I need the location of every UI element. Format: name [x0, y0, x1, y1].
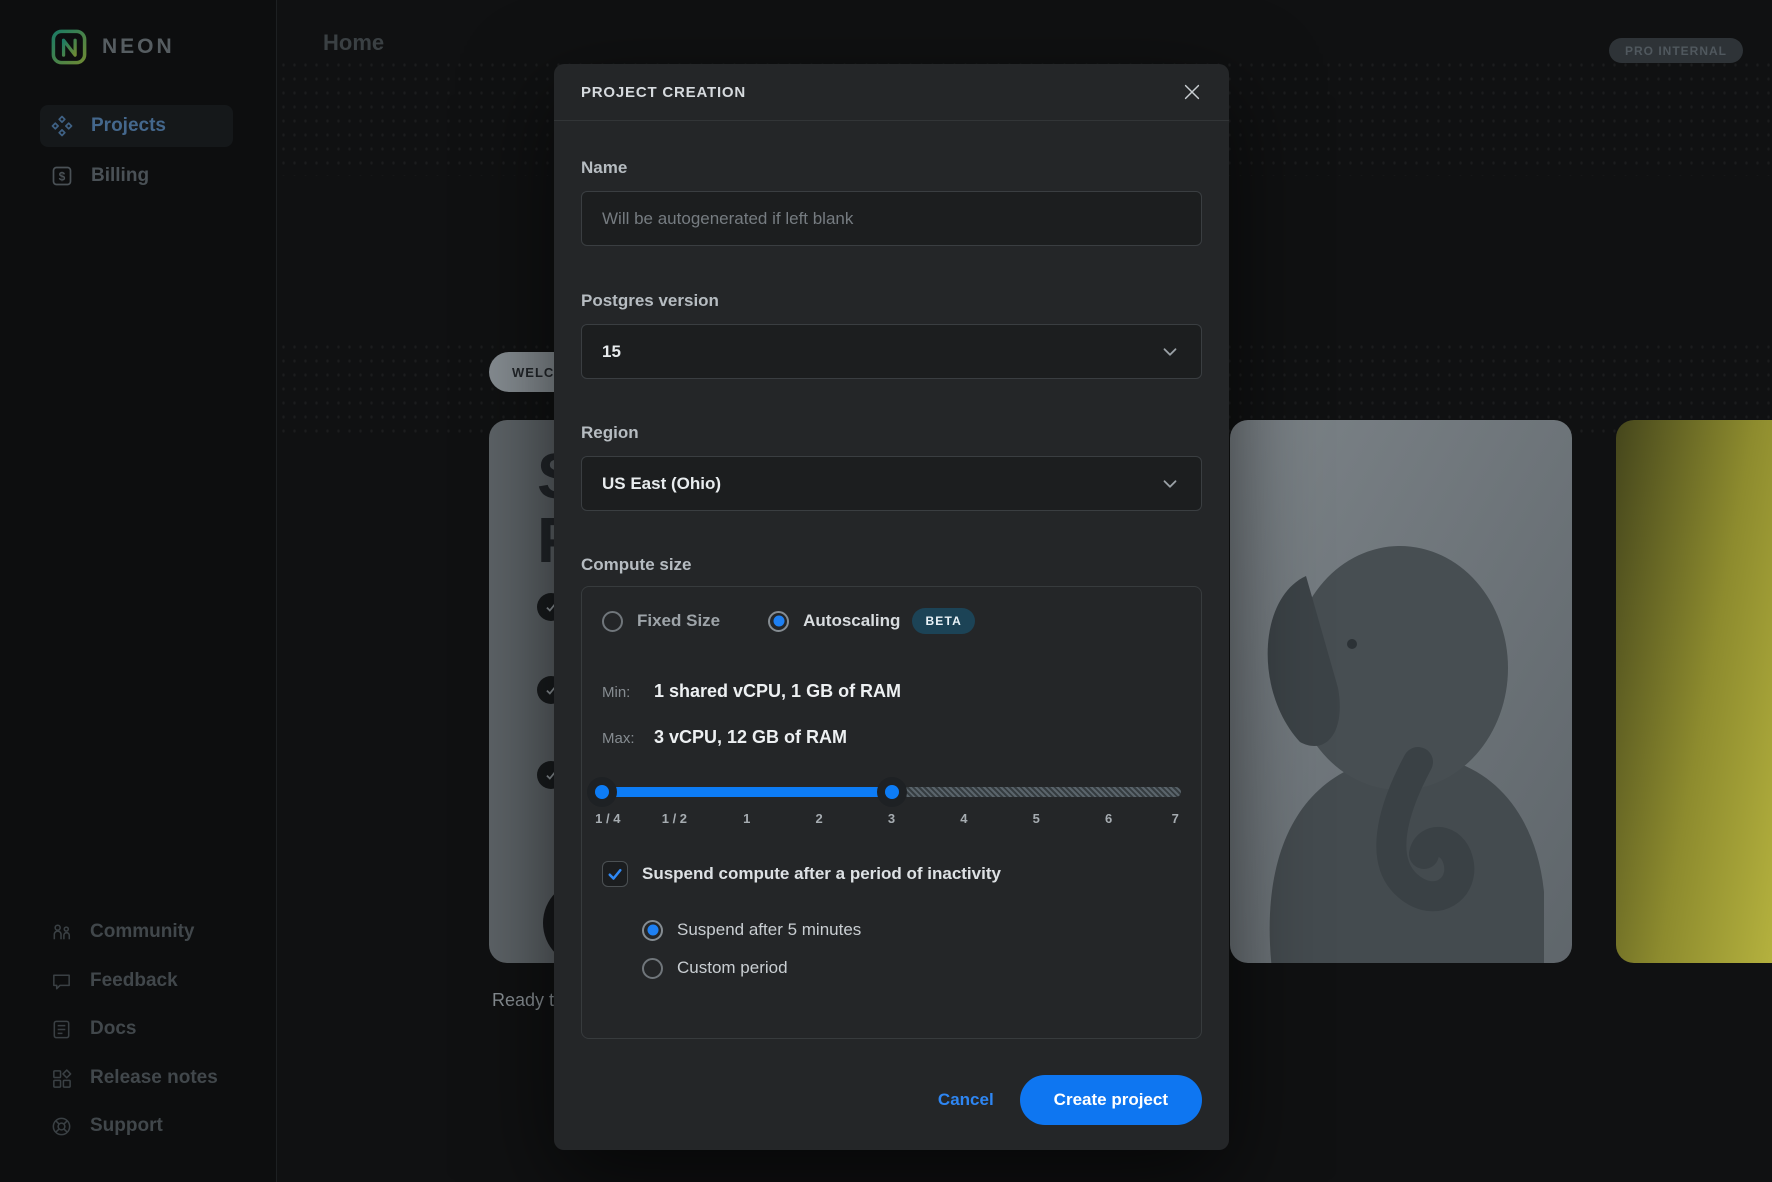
max-value: 3 vCPU, 12 GB of RAM [654, 727, 847, 748]
region-value: US East (Ohio) [602, 474, 721, 494]
compute-size-label: Compute size [581, 555, 1202, 575]
neon-logo-link[interactable]: NEON [50, 28, 175, 66]
sidebar: NEON Projects $ Billing Community Feedba… [0, 0, 277, 1182]
tick-label: 7 [1172, 811, 1179, 826]
neon-logo-icon [50, 28, 88, 66]
suspend-5min-label[interactable]: Suspend after 5 minutes [677, 920, 861, 940]
release-notes-icon [50, 1067, 73, 1090]
min-label: Min: [602, 684, 654, 701]
page-title: Home [323, 30, 384, 56]
slider-handle-max[interactable] [877, 777, 907, 807]
feedback-icon [50, 970, 73, 993]
compute-mode-options: Fixed Size Autoscaling BETA [602, 609, 1181, 633]
close-icon[interactable] [1179, 79, 1205, 105]
compute-size-box: Fixed Size Autoscaling BETA Min: 1 share… [581, 586, 1202, 1039]
sidebar-footer-label: Support [90, 1115, 163, 1137]
autoscaling-radio[interactable] [768, 611, 789, 632]
sidebar-item-billing[interactable]: $ Billing [40, 155, 233, 197]
project-creation-modal: PROJECT CREATION Name Postgres version 1… [554, 64, 1229, 1150]
sidebar-footer-label: Feedback [90, 970, 178, 992]
tick-label: 1 [743, 811, 750, 826]
sidebar-item-support[interactable]: Support [50, 1108, 260, 1144]
sidebar-item-release-notes[interactable]: Release notes [50, 1060, 260, 1096]
suspend-checkbox-label[interactable]: Suspend compute after a period of inacti… [642, 864, 1001, 884]
sidebar-footer-label: Docs [90, 1018, 136, 1040]
max-compute-row: Max: 3 vCPU, 12 GB of RAM [602, 727, 1181, 749]
plan-badge: PRO INTERNAL [1609, 38, 1743, 63]
sidebar-item-community[interactable]: Community [50, 914, 260, 950]
tick-label: 1 / 2 [662, 811, 687, 826]
min-value: 1 shared vCPU, 1 GB of RAM [654, 681, 901, 702]
tick-label: 5 [1033, 811, 1040, 826]
tick-label: 4 [960, 811, 967, 826]
create-project-button[interactable]: Create project [1020, 1075, 1202, 1125]
cancel-button[interactable]: Cancel [938, 1090, 994, 1110]
name-label: Name [581, 158, 1202, 178]
promo-card [1616, 420, 1772, 963]
postgres-version-select[interactable]: 15 [581, 324, 1202, 379]
tick-label: 6 [1105, 811, 1112, 826]
modal-title: PROJECT CREATION [581, 84, 746, 101]
suspend-5min-option: Suspend after 5 minutes [642, 917, 1181, 943]
sidebar-item-feedback[interactable]: Feedback [50, 963, 260, 999]
sidebar-footer-label: Community [90, 921, 195, 943]
elephant-image [1230, 430, 1572, 963]
fixed-size-label[interactable]: Fixed Size [637, 611, 720, 631]
custom-period-label[interactable]: Custom period [677, 958, 788, 978]
sidebar-item-docs[interactable]: Docs [50, 1011, 260, 1047]
projects-icon [50, 114, 74, 138]
postgres-version-label: Postgres version [581, 291, 1202, 311]
postgres-version-value: 15 [602, 342, 621, 362]
brand-name: NEON [102, 35, 175, 59]
tick-label: 3 [888, 811, 895, 826]
min-compute-row: Min: 1 shared vCPU, 1 GB of RAM [602, 681, 1181, 703]
suspend-5min-radio[interactable] [642, 920, 663, 941]
modal-header: PROJECT CREATION [554, 64, 1229, 121]
fixed-size-radio[interactable] [602, 611, 623, 632]
slider-ticks: 1 / 4 1 / 2 1 2 3 4 5 6 7 [602, 811, 1181, 827]
tick-label: 2 [816, 811, 823, 826]
community-icon [50, 921, 73, 944]
sidebar-footer-label: Release notes [90, 1067, 218, 1089]
region-label: Region [581, 423, 1202, 443]
modal-footer: Cancel Create project [581, 1075, 1202, 1125]
check-icon [606, 865, 624, 883]
slider-handle-min[interactable] [587, 777, 617, 807]
autoscaling-label[interactable]: Autoscaling [803, 611, 900, 631]
slider-fill [602, 787, 892, 797]
sidebar-item-projects[interactable]: Projects [40, 105, 233, 147]
beta-badge: BETA [912, 608, 975, 634]
custom-period-radio[interactable] [642, 958, 663, 979]
suspend-checkbox[interactable] [602, 861, 628, 887]
sidebar-item-label: Projects [91, 115, 166, 137]
compute-size-slider[interactable] [602, 777, 1181, 807]
custom-period-option: Custom period [642, 955, 1181, 981]
billing-icon: $ [50, 164, 74, 188]
svg-text:$: $ [59, 169, 66, 183]
elephant-image-card [1230, 420, 1572, 963]
suspend-compute-row: Suspend compute after a period of inacti… [602, 861, 1181, 887]
support-icon [50, 1115, 73, 1138]
region-select[interactable]: US East (Ohio) [581, 456, 1202, 511]
max-label: Max: [602, 730, 654, 747]
chevron-down-icon [1159, 341, 1181, 363]
chevron-down-icon [1159, 473, 1181, 495]
sidebar-item-label: Billing [91, 165, 149, 187]
project-name-input[interactable] [581, 191, 1202, 246]
docs-icon [50, 1018, 73, 1041]
tick-label: 1 / 4 [595, 811, 620, 826]
